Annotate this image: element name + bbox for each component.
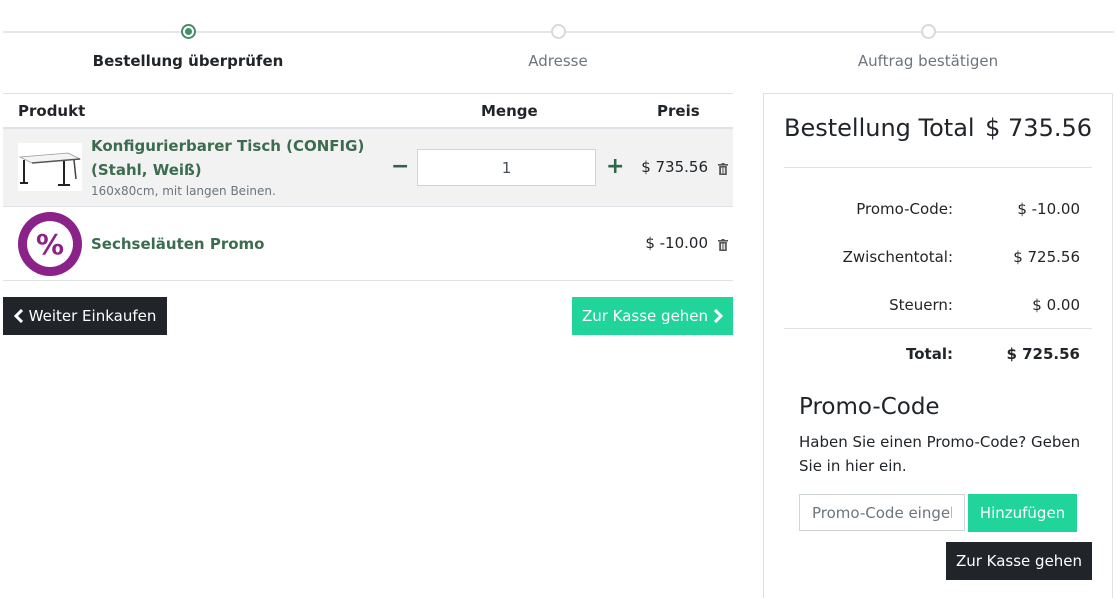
quantity-input[interactable] — [417, 149, 596, 186]
checkout-button[interactable]: Zur Kasse gehen — [572, 297, 733, 335]
promo-badge-icon: % — [18, 212, 82, 276]
summary-label-subtotal: Zwischentotal: — [842, 248, 953, 266]
minus-icon[interactable]: − — [391, 153, 409, 181]
product-name-link[interactable]: Konfigurierbarer Tisch (CONFIG) (Stahl, … — [91, 134, 364, 182]
checkout-label: Zur Kasse gehen — [581, 307, 709, 325]
summary-value-subtotal: $ 725.56 — [1013, 248, 1080, 266]
plus-icon[interactable]: + — [606, 153, 624, 181]
summary-checkout-button[interactable]: Zur Kasse gehen — [946, 542, 1092, 580]
summary-value-promo: $ -10.00 — [1017, 200, 1080, 218]
promo-code-input[interactable] — [799, 494, 965, 531]
cart-table-header: Produkt Menge Preis — [3, 93, 733, 129]
summary-label-promo: Promo-Code: — [856, 200, 953, 218]
order-total-title: Bestellung Total — [784, 114, 975, 142]
step-label: Auftrag bestätigen — [857, 52, 999, 70]
cart-line-product: Konfigurierbarer Tisch (CONFIG) (Stahl, … — [3, 129, 733, 207]
checkout-progress: Bestellung überprüfen Adresse Auftrag be… — [0, 0, 1117, 80]
divider — [784, 167, 1092, 168]
divider — [784, 328, 1092, 329]
promo-code-hint: Haben Sie einen Promo-Code? Geben Sie in… — [799, 433, 1081, 475]
product-name-line2: (Stahl, Weiß) — [91, 161, 202, 179]
continue-shopping-label: Weiter Einkaufen — [28, 307, 157, 325]
line-price: $ -10.00 — [645, 234, 708, 252]
step-label: Adresse — [528, 52, 588, 70]
trash-icon[interactable] — [718, 163, 728, 175]
column-header-product: Produkt — [18, 102, 86, 120]
cart-line-promo: % Sechseläuten Promo $ -10.00 — [3, 207, 733, 281]
column-header-quantity: Menge — [481, 102, 538, 120]
summary-value-total: $ 725.56 — [1006, 345, 1080, 363]
chevron-right-icon — [713, 309, 724, 323]
percent-glyph: % — [27, 221, 73, 267]
product-thumbnail[interactable] — [18, 143, 82, 191]
line-price: $ 735.56 — [641, 158, 708, 176]
cart-table: Produkt Menge Preis Konfigurierbarer Tis… — [3, 93, 733, 281]
product-name-line1: Konfigurierbarer Tisch (CONFIG) — [91, 137, 365, 155]
step-address[interactable]: Adresse — [428, 24, 688, 70]
order-summary-panel: Bestellung Total $ 735.56 Promo-Code: $ … — [763, 93, 1113, 598]
order-total-amount: $ 735.56 — [985, 114, 1092, 142]
product-description: 160x80cm, mit langen Beinen. — [91, 184, 276, 198]
summary-value-taxes: $ 0.00 — [1032, 296, 1080, 314]
apply-promo-button[interactable]: Hinzufügen — [968, 494, 1077, 532]
step-dot-active — [180, 24, 196, 39]
step-confirm-order[interactable]: Auftrag bestätigen — [798, 24, 1058, 70]
trash-icon[interactable] — [718, 239, 728, 251]
summary-label-total: Total: — [906, 345, 953, 363]
chevron-left-icon — [13, 309, 23, 323]
continue-shopping-button[interactable]: Weiter Einkaufen — [3, 297, 167, 335]
step-label: Bestellung überprüfen — [92, 52, 284, 70]
promo-code-heading: Promo-Code — [799, 394, 940, 420]
step-dot — [550, 24, 566, 39]
promo-name-link[interactable]: Sechseläuten Promo — [91, 232, 264, 256]
step-review-order[interactable]: Bestellung überprüfen — [58, 24, 318, 70]
column-header-price: Preis — [657, 102, 700, 120]
summary-label-taxes: Steuern: — [889, 296, 953, 314]
step-dot — [920, 24, 936, 39]
